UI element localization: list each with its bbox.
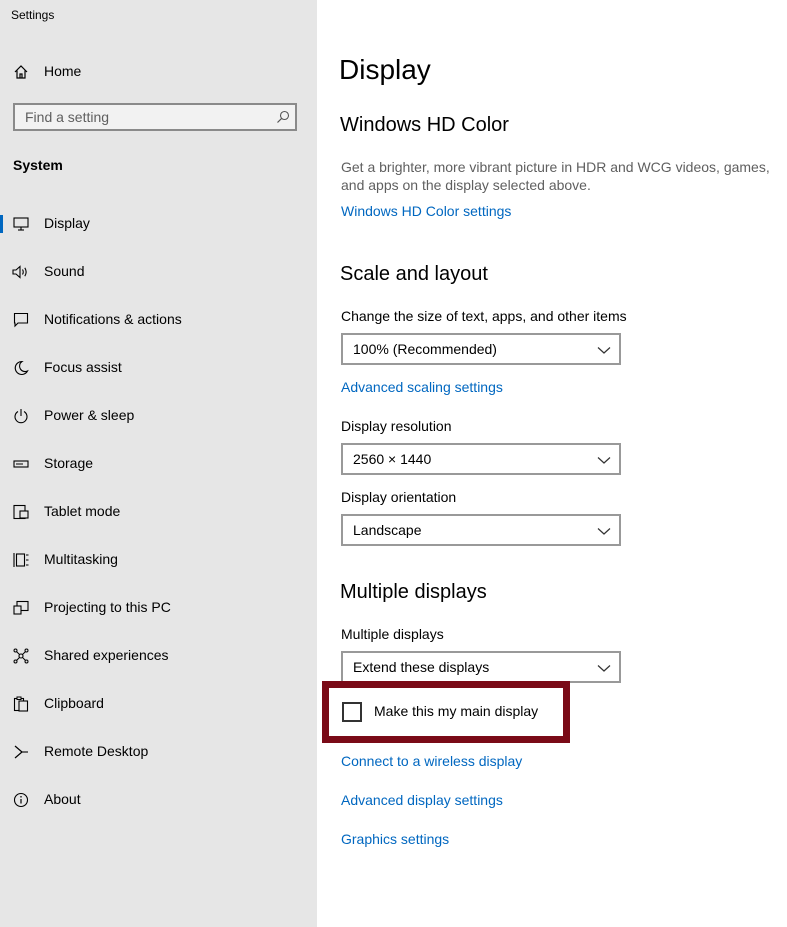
orientation-dropdown-value: Landscape (353, 522, 422, 538)
sidebar-item-label: Notifications & actions (44, 311, 182, 327)
graphics-settings-link[interactable]: Graphics settings (341, 831, 449, 847)
home-nav-item[interactable]: Home (0, 52, 317, 92)
sidebar-item-label: Display (44, 215, 90, 231)
scale-dropdown-value: 100% (Recommended) (353, 341, 497, 357)
sidebar-item-label: Clipboard (44, 695, 104, 711)
sidebar-item-focus-assist[interactable]: Focus assist (0, 348, 317, 388)
resolution-dropdown[interactable]: 2560 × 1440 (341, 443, 621, 475)
hd-color-heading: Windows HD Color (340, 114, 509, 136)
sidebar-item-tablet-mode[interactable]: Tablet mode (0, 492, 317, 532)
chevron-down-icon (597, 524, 611, 536)
resolution-label: Display resolution (341, 418, 452, 434)
page-title: Display (339, 54, 431, 85)
sidebar-item-label: Storage (44, 455, 94, 471)
home-label: Home (44, 63, 82, 79)
search-input[interactable] (15, 105, 275, 129)
sidebar-item-storage[interactable]: Storage (0, 444, 317, 484)
sidebar-item-remote-desktop[interactable]: Remote Desktop (0, 732, 317, 772)
home-icon (12, 64, 30, 80)
speaker-icon (12, 264, 30, 280)
sidebar-item-about[interactable]: About (0, 780, 317, 820)
text-size-label: Change the size of text, apps, and other… (341, 308, 627, 324)
multiple-displays-label: Multiple displays (341, 626, 444, 642)
wireless-display-link[interactable]: Connect to a wireless display (341, 753, 522, 769)
main-content: Display Windows HD Color Get a brighter,… (317, 0, 787, 927)
tablet-icon (12, 504, 30, 520)
orientation-dropdown[interactable]: Landscape (341, 514, 621, 546)
section-label-system: System (13, 157, 63, 173)
advanced-scaling-link[interactable]: Advanced scaling settings (341, 379, 503, 395)
sidebar-item-label: Shared experiences (44, 647, 169, 663)
search-icon[interactable] (276, 110, 290, 124)
storage-icon (12, 456, 30, 472)
clipboard-icon (12, 696, 30, 712)
sidebar-item-label: About (44, 791, 81, 807)
sidebar-item-clipboard[interactable]: Clipboard (0, 684, 317, 724)
moon-icon (12, 360, 30, 376)
sidebar-item-label: Power & sleep (44, 407, 135, 423)
hd-color-description: Get a brighter, more vibrant picture in … (341, 159, 770, 193)
sidebar: Settings Home System Display Sound Notif… (0, 0, 317, 927)
sidebar-item-multitasking[interactable]: Multitasking (0, 540, 317, 580)
monitor-icon (12, 216, 30, 232)
multitasking-icon (12, 552, 30, 568)
sidebar-item-projecting[interactable]: Projecting to this PC (0, 588, 317, 628)
scale-dropdown[interactable]: 100% (Recommended) (341, 333, 621, 365)
sidebar-item-label: Remote Desktop (44, 743, 149, 759)
remote-desktop-icon (12, 744, 30, 760)
sidebar-item-shared-experiences[interactable]: Shared experiences (0, 636, 317, 676)
info-icon (12, 792, 30, 808)
projecting-icon (12, 600, 30, 616)
sidebar-item-label: Projecting to this PC (44, 599, 171, 615)
sidebar-item-label: Multitasking (44, 551, 118, 567)
main-display-highlight: Make this my main display (322, 681, 570, 743)
search-box[interactable] (13, 103, 297, 131)
sidebar-item-label: Focus assist (44, 359, 122, 375)
sidebar-item-notifications[interactable]: Notifications & actions (0, 300, 317, 340)
advanced-display-settings-link[interactable]: Advanced display settings (341, 792, 503, 808)
sidebar-item-sound[interactable]: Sound (0, 252, 317, 292)
multiple-displays-dropdown-value: Extend these displays (353, 659, 490, 675)
multiple-displays-dropdown[interactable]: Extend these displays (341, 651, 621, 683)
chevron-down-icon (597, 453, 611, 465)
multiple-displays-heading: Multiple displays (340, 581, 487, 603)
orientation-label: Display orientation (341, 489, 457, 505)
sidebar-item-label: Sound (44, 263, 85, 279)
power-icon (12, 408, 30, 424)
notification-icon (12, 312, 30, 328)
sidebar-item-display[interactable]: Display (0, 204, 317, 244)
chevron-down-icon (597, 343, 611, 355)
sidebar-item-label: Tablet mode (44, 503, 121, 519)
main-display-checkbox[interactable] (342, 702, 362, 722)
sidebar-item-power-sleep[interactable]: Power & sleep (0, 396, 317, 436)
chevron-down-icon (597, 661, 611, 673)
scale-layout-heading: Scale and layout (340, 263, 488, 285)
main-display-checkbox-label[interactable]: Make this my main display (374, 703, 538, 719)
shared-icon (12, 648, 30, 664)
hd-color-settings-link[interactable]: Windows HD Color settings (341, 203, 511, 219)
resolution-dropdown-value: 2560 × 1440 (353, 451, 432, 467)
app-title: Settings (11, 8, 55, 22)
